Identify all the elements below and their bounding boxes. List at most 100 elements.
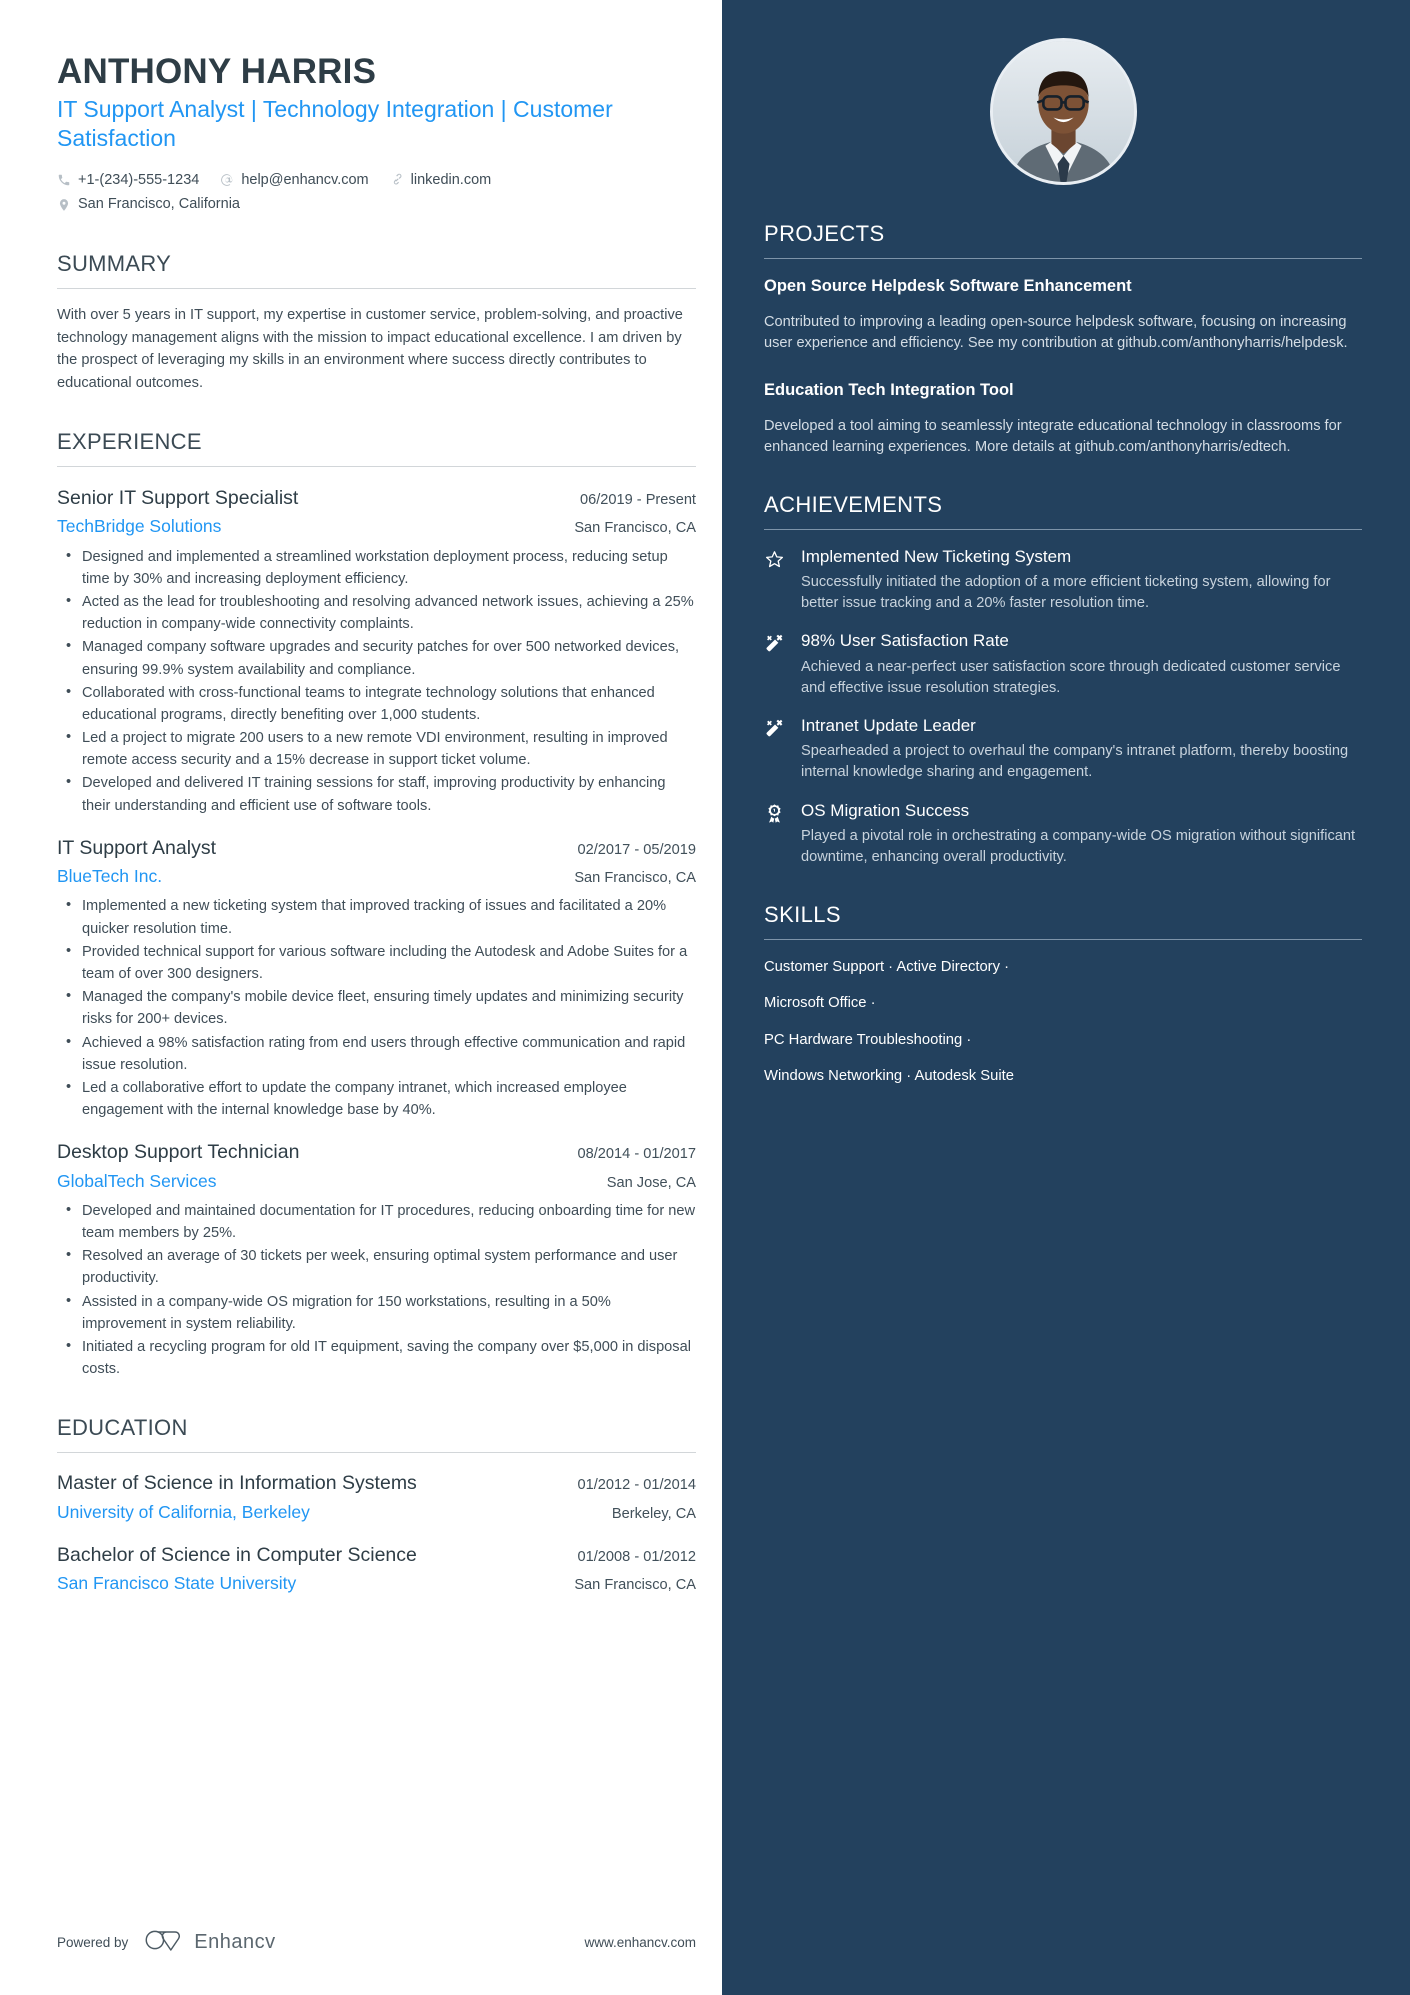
achievement-body: Intranet Update Leader Spearheaded a pro… [801, 715, 1362, 784]
achievement-title: Implemented New Ticketing System [801, 546, 1072, 566]
enhancv-website[interactable]: www.enhancv.com [584, 1935, 696, 1950]
experience-section: EXPERIENCE Senior IT Support Specialist … [57, 429, 696, 1380]
enhancv-brand: Enhancv [144, 1928, 275, 1957]
experience-heading: EXPERIENCE [57, 428, 202, 454]
school-name[interactable]: University of California, Berkeley [57, 1500, 310, 1525]
magic-wand-icon [764, 630, 786, 699]
achievement-description: Achieved a near-perfect user satisfactio… [801, 658, 1341, 696]
powered-by-block: Powered by Enhancv [57, 1928, 276, 1957]
education-entry-header: Bachelor of Science in Computer Science … [57, 1543, 696, 1568]
contact-line-1: +1-(234)-555-1234 help@enhancv.com linke… [57, 170, 696, 192]
achievement-title: OS Migration Success [801, 800, 970, 820]
skill-line: Microsoft Office · [764, 995, 876, 1012]
skills-heading: SKILLS [764, 902, 842, 928]
contact-email-text: help@enhancv.com [241, 171, 369, 188]
degree-title: Bachelor of Science in Computer Science [57, 1544, 417, 1566]
project-description: Contributed to improving a leading open-… [764, 313, 1348, 351]
job-bullet: Managed company software upgrades and se… [57, 635, 696, 680]
link-icon [390, 173, 404, 187]
projects-section: PROJECTS Open Source Helpdesk Software E… [764, 221, 1362, 458]
job-dates: 08/2014 - 01/2017 [577, 1146, 696, 1163]
education-section: EDUCATION Master of Science in Informati… [57, 1415, 696, 1596]
school-name[interactable]: San Francisco State University [57, 1571, 296, 1596]
job-bullet: Led a project to migrate 200 users to a … [57, 726, 696, 771]
avatar-wrapper [764, 0, 1362, 193]
avatar-photo-icon [992, 41, 1134, 182]
contact-location-text: San Francisco, California [78, 196, 240, 213]
project-title: Education Tech Integration Tool [764, 380, 1014, 399]
experience-entry-sub: BlueTech Inc. San Francisco, CA [57, 861, 696, 889]
job-location: San Francisco, CA [574, 520, 696, 537]
contact-linkedin[interactable]: linkedin.com [390, 170, 491, 192]
project-title: Open Source Helpdesk Software Enhancemen… [764, 277, 1132, 295]
education-divider [57, 1452, 696, 1454]
achievement-description: Spearheaded a project to overhaul the co… [801, 743, 1349, 781]
company-name[interactable]: TechBridge Solutions [57, 514, 221, 539]
summary-heading: SUMMARY [57, 251, 172, 277]
job-bullets: Developed and maintained documentation f… [57, 1199, 696, 1380]
job-bullet: Developed and maintained documentation f… [57, 1199, 696, 1244]
job-title: IT Support Analyst [57, 836, 216, 859]
job-title: Senior IT Support Specialist [57, 486, 299, 509]
experience-divider [57, 465, 696, 467]
skill-line: PC Hardware Troubleshooting · [764, 1031, 972, 1048]
achievement-body: 98% User Satisfaction Rate Achieved a ne… [801, 630, 1362, 699]
company-name[interactable]: BlueTech Inc. [57, 864, 162, 889]
phone-icon [57, 173, 71, 187]
main-column: ANTHONY HARRIS IT Support Analyst | Tech… [0, 0, 722, 1995]
education-heading: EDUCATION [57, 1415, 188, 1441]
achievement-description: Played a pivotal role in orchestrating a… [801, 827, 1356, 866]
summary-section: SUMMARY With over 5 years in IT support,… [57, 251, 696, 394]
job-dates: 02/2017 - 05/2019 [577, 841, 696, 858]
job-bullet: Acted as the lead for troubleshooting an… [57, 590, 696, 635]
job-bullets: Designed and implemented a streamlined w… [57, 545, 696, 817]
job-location: San Jose, CA [606, 1174, 696, 1191]
job-bullet: Developed and delivered IT training sess… [57, 771, 696, 816]
job-bullet: Led a collaborative effort to update the… [57, 1076, 696, 1121]
contact-email[interactable]: help@enhancv.com [220, 170, 369, 192]
candidate-headline: IT Support Analyst | Technology Integrat… [57, 96, 613, 152]
location-pin-icon [57, 198, 71, 212]
job-bullet: Assisted in a company-wide OS migration … [57, 1290, 696, 1335]
magic-wand-icon [764, 715, 786, 784]
school-location: San Francisco, CA [574, 1577, 696, 1594]
summary-text: With over 5 years in IT support, my expe… [57, 307, 683, 391]
candidate-name: ANTHONY HARRIS [57, 52, 377, 91]
degree-dates: 01/2008 - 01/2012 [577, 1549, 696, 1565]
contact-block: +1-(234)-555-1234 help@enhancv.com linke… [57, 170, 696, 217]
experience-entry-sub: GlobalTech Services San Jose, CA [57, 1166, 696, 1194]
achievements-section: ACHIEVEMENTS Implemented New Ticketing S… [764, 492, 1362, 868]
powered-by-label: Powered by [57, 1935, 129, 1950]
skills-list: Customer Support · Active Directory · Mi… [764, 956, 1362, 1087]
summary-divider [57, 288, 696, 290]
projects-heading: PROJECTS [764, 221, 885, 246]
award-ribbon-icon [764, 800, 786, 869]
achievement-item: 98% User Satisfaction Rate Achieved a ne… [764, 630, 1362, 699]
contact-location: San Francisco, California [57, 194, 240, 216]
experience-entry-sub: TechBridge Solutions San Francisco, CA [57, 511, 696, 539]
job-dates: 06/2019 - Present [579, 491, 696, 508]
project-item: Education Tech Integration Tool Develope… [764, 380, 1362, 458]
company-name[interactable]: GlobalTech Services [57, 1169, 217, 1194]
experience-entry-header: Desktop Support Technician 08/2014 - 01/… [57, 1140, 696, 1165]
page-footer: Powered by Enhancv www.enhancv.com [57, 1928, 696, 1957]
achievement-description: Successfully initiated the adoption of a… [801, 574, 1331, 612]
job-bullet: Resolved an average of 30 tickets per we… [57, 1244, 696, 1289]
school-location: Berkeley, CA [611, 1505, 696, 1522]
achievements-heading: ACHIEVEMENTS [764, 491, 943, 517]
project-item: Open Source Helpdesk Software Enhancemen… [764, 276, 1362, 354]
contact-phone[interactable]: +1-(234)-555-1234 [57, 170, 199, 192]
education-entry: Bachelor of Science in Computer Science … [57, 1543, 696, 1597]
degree-title: Master of Science in Information Systems [57, 1472, 417, 1495]
job-bullet: Implemented a new ticketing system that … [57, 894, 696, 939]
education-entry: Master of Science in Information Systems… [57, 1471, 696, 1525]
job-bullet: Achieved a 98% satisfaction rating from … [57, 1030, 696, 1076]
avatar [989, 38, 1137, 185]
job-bullet: Designed and implemented a streamlined w… [57, 545, 696, 590]
projects-divider [764, 258, 1362, 259]
experience-entry-header: IT Support Analyst 02/2017 - 05/2019 [57, 836, 696, 861]
achievement-item: Implemented New Ticketing System Success… [764, 546, 1362, 615]
experience-entry: Senior IT Support Specialist 06/2019 - P… [57, 486, 696, 817]
email-icon [220, 173, 234, 187]
experience-entry: IT Support Analyst 02/2017 - 05/2019 Blu… [57, 836, 696, 1121]
